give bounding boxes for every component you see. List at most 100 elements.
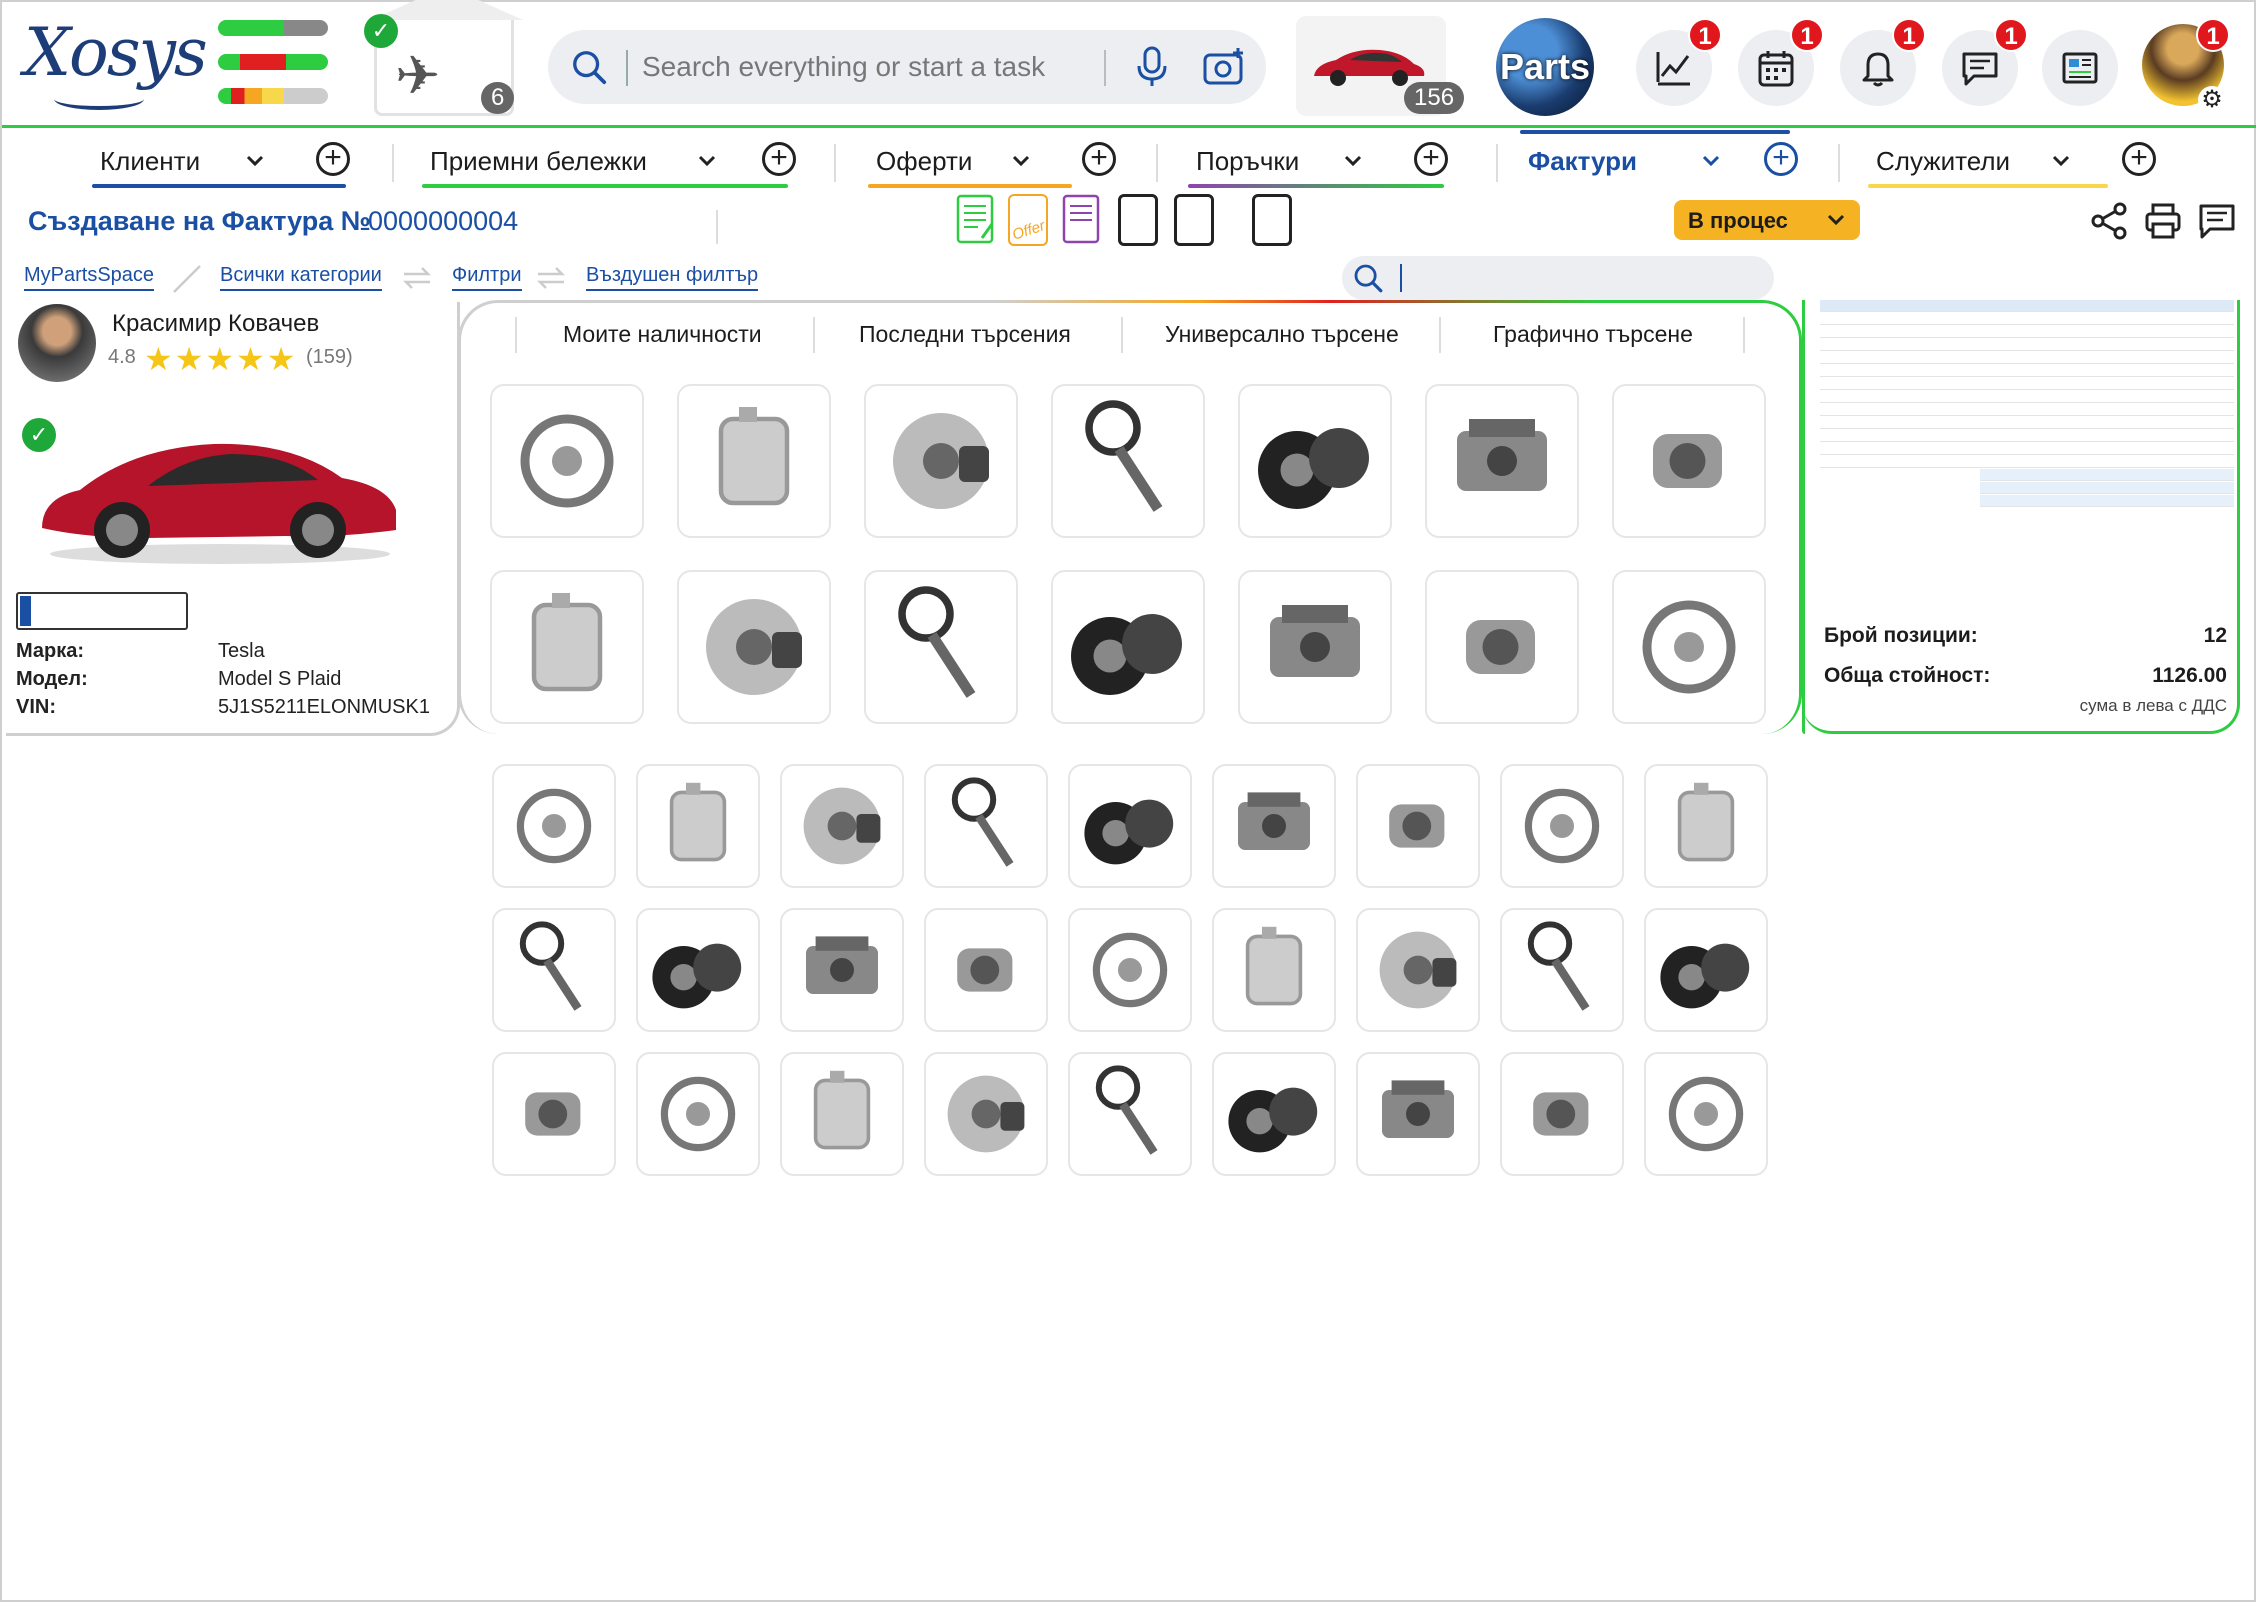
chevron-down-icon[interactable] bbox=[1010, 150, 1032, 172]
category-tile[interactable] bbox=[924, 1052, 1048, 1176]
category-tile[interactable] bbox=[636, 1052, 760, 1176]
part-category-image bbox=[1677, 782, 1735, 862]
offer-doc-icon[interactable]: Offer bbox=[1008, 194, 1048, 246]
share-icon[interactable] bbox=[2090, 202, 2128, 240]
vehicles-button[interactable]: 156 bbox=[1296, 16, 1465, 116]
category-tile[interactable] bbox=[636, 908, 760, 1032]
category-tile[interactable] bbox=[1212, 908, 1336, 1032]
tab-clients[interactable]: Клиенти + bbox=[92, 136, 350, 188]
category-tile[interactable] bbox=[924, 908, 1048, 1032]
category-tile[interactable] bbox=[780, 764, 904, 888]
category-tile[interactable] bbox=[1644, 764, 1768, 888]
category-tile[interactable] bbox=[924, 764, 1048, 888]
category-tile[interactable] bbox=[1212, 764, 1336, 888]
category-tile[interactable] bbox=[1644, 1052, 1768, 1176]
search-input[interactable] bbox=[642, 44, 1082, 90]
add-client-button[interactable]: + bbox=[316, 142, 350, 176]
category-tile[interactable] bbox=[1238, 570, 1392, 724]
chevron-down-icon[interactable] bbox=[1700, 150, 1722, 172]
intake-note-doc-icon[interactable] bbox=[956, 194, 996, 246]
category-tile[interactable] bbox=[1356, 764, 1480, 888]
category-tile[interactable] bbox=[1212, 1052, 1336, 1176]
empty-doc-slot[interactable] bbox=[1252, 194, 1292, 246]
add-invoice-button[interactable]: + bbox=[1764, 142, 1798, 176]
category-tile[interactable] bbox=[780, 908, 904, 1032]
category-tile[interactable] bbox=[1425, 570, 1579, 724]
tab-offers[interactable]: Оферти + bbox=[868, 136, 1126, 188]
gear-icon[interactable]: ⚙ bbox=[2198, 86, 2226, 114]
chevron-down-icon[interactable] bbox=[1342, 150, 1364, 172]
category-tile[interactable] bbox=[1612, 570, 1766, 724]
add-intake-note-button[interactable]: + bbox=[762, 142, 796, 176]
add-offer-button[interactable]: + bbox=[1082, 142, 1116, 176]
breadcrumb-item[interactable]: Въздушен филтър bbox=[586, 264, 759, 291]
category-tile[interactable] bbox=[1051, 570, 1205, 724]
category-tile[interactable] bbox=[864, 384, 1018, 538]
category-tile[interactable] bbox=[1068, 764, 1192, 888]
tab-universal-search[interactable]: Универсално търсене bbox=[1165, 321, 1399, 348]
customer-name[interactable]: Красимир Ковачев bbox=[112, 310, 319, 338]
messages-button[interactable]: 1 bbox=[1942, 18, 2028, 106]
category-tile[interactable] bbox=[1644, 908, 1768, 1032]
print-icon[interactable] bbox=[2144, 202, 2182, 240]
tab-graphic-search[interactable]: Графично търсене bbox=[1493, 321, 1693, 348]
status-select[interactable]: В процес bbox=[1674, 200, 1860, 240]
category-tile[interactable] bbox=[1068, 1052, 1192, 1176]
tab-invoices[interactable]: Фактури + bbox=[1520, 130, 1798, 188]
tab-recent-searches[interactable]: Последни търсения bbox=[859, 321, 1071, 348]
microphone-icon[interactable] bbox=[1132, 46, 1172, 88]
category-tile[interactable] bbox=[1051, 384, 1205, 538]
category-tile[interactable] bbox=[1500, 908, 1624, 1032]
category-tile[interactable] bbox=[677, 570, 831, 724]
category-tile[interactable] bbox=[1238, 384, 1392, 538]
add-employee-button[interactable]: + bbox=[2122, 142, 2156, 176]
category-tile[interactable] bbox=[492, 908, 616, 1032]
xosys-logo[interactable]: Xosys bbox=[24, 14, 208, 114]
breadcrumb-item[interactable]: Филтри bbox=[452, 264, 522, 291]
category-tile[interactable] bbox=[490, 570, 644, 724]
vehicle-image[interactable] bbox=[36, 420, 402, 570]
vehicles-count-badge: 156 bbox=[1404, 82, 1465, 114]
chevron-down-icon[interactable] bbox=[696, 150, 718, 172]
tab-separator bbox=[1496, 144, 1498, 182]
camera-search-icon[interactable] bbox=[1202, 46, 1246, 88]
tab-employees[interactable]: Служители + bbox=[1868, 136, 2166, 188]
customer-avatar[interactable] bbox=[18, 304, 96, 382]
add-order-button[interactable]: + bbox=[1414, 142, 1448, 176]
category-tile[interactable] bbox=[864, 570, 1018, 724]
chevron-down-icon[interactable] bbox=[2050, 150, 2072, 172]
empty-doc-slot[interactable] bbox=[1174, 194, 1214, 246]
category-tile[interactable] bbox=[636, 764, 760, 888]
empty-doc-slot[interactable] bbox=[1118, 194, 1158, 246]
comment-icon[interactable] bbox=[2198, 202, 2236, 240]
search-icon[interactable] bbox=[570, 48, 608, 86]
category-tile[interactable] bbox=[490, 384, 644, 538]
invoice-preview-table[interactable] bbox=[1820, 300, 2234, 540]
category-tile[interactable] bbox=[780, 1052, 904, 1176]
chat-icon bbox=[1962, 52, 1998, 86]
order-doc-icon[interactable] bbox=[1062, 194, 1102, 246]
category-tile[interactable] bbox=[1500, 764, 1624, 888]
category-tile[interactable] bbox=[677, 384, 831, 538]
parts-globe-button[interactable]: Parts bbox=[1496, 18, 1594, 116]
profile-progress-bar bbox=[16, 592, 188, 630]
calendar-button[interactable]: 1 bbox=[1738, 18, 1824, 106]
category-tile[interactable] bbox=[1356, 908, 1480, 1032]
news-button[interactable] bbox=[2042, 30, 2118, 106]
alerts-button[interactable]: 1 bbox=[1840, 18, 1926, 106]
category-tile[interactable] bbox=[1068, 908, 1192, 1032]
category-tile[interactable] bbox=[1425, 384, 1579, 538]
category-tile[interactable] bbox=[1612, 384, 1766, 538]
tab-my-stock[interactable]: Моите наличности bbox=[563, 321, 762, 348]
category-tile[interactable] bbox=[1356, 1052, 1480, 1176]
parts-search-input[interactable] bbox=[1342, 256, 1774, 300]
category-tile[interactable] bbox=[492, 764, 616, 888]
breadcrumb-item[interactable]: MyPartsSpace bbox=[24, 264, 155, 291]
category-tile[interactable] bbox=[1500, 1052, 1624, 1176]
tab-intake-notes[interactable]: Приемни бележки + bbox=[422, 136, 800, 188]
category-tile[interactable] bbox=[492, 1052, 616, 1176]
chevron-down-icon[interactable] bbox=[244, 150, 266, 172]
tab-orders[interactable]: Поръчки + bbox=[1188, 136, 1466, 188]
statistics-button[interactable]: 1 bbox=[1636, 18, 1722, 106]
breadcrumb-item[interactable]: Всички категории bbox=[220, 264, 382, 291]
